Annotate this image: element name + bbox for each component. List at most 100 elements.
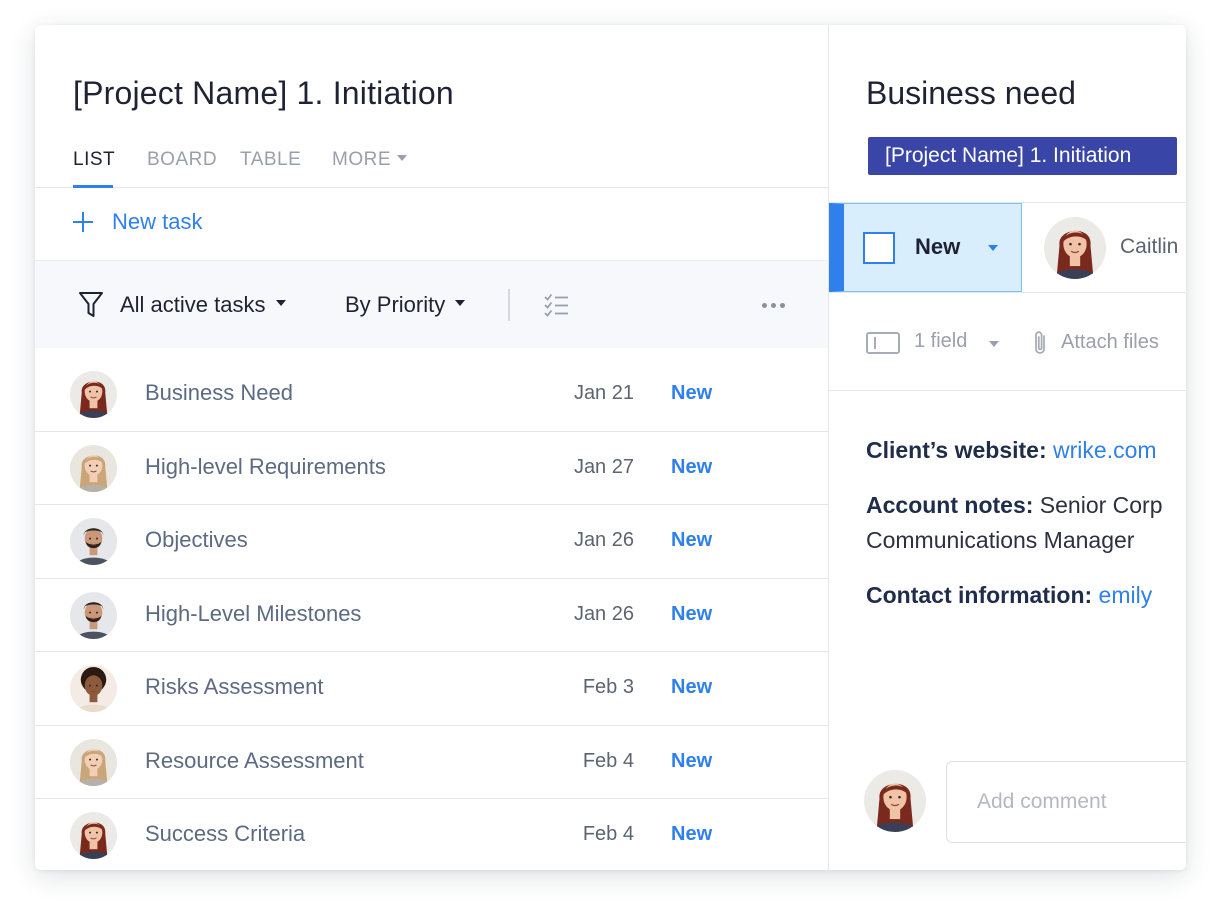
task-status[interactable]: New <box>671 529 712 552</box>
task-date: Feb 4 <box>582 823 634 845</box>
status-dropdown[interactable]: New <box>829 203 1022 292</box>
assignee-avatar <box>70 812 117 859</box>
person-avatar-icon <box>70 518 117 565</box>
chevron-down-icon <box>275 300 286 306</box>
status-bar: New Caitlin <box>829 202 1186 293</box>
sort-label: By Priority <box>345 292 446 317</box>
chevron-down-icon <box>989 341 999 347</box>
app-card: [Project Name] 1. Initiation LIST BOARD … <box>35 25 1186 870</box>
comment-input[interactable] <box>946 761 1186 843</box>
list-toolbar: All active tasks By Priority <box>35 260 828 348</box>
view-tabs: LIST BOARD TABLE MORE <box>35 145 828 188</box>
task-date: Jan 27 <box>573 455 634 478</box>
task-status[interactable]: New <box>671 382 712 405</box>
person-avatar-icon <box>70 444 117 492</box>
task-list-panel: [Project Name] 1. Initiation LIST BOARD … <box>35 25 828 870</box>
project-title: [Project Name] 1. Initiation <box>73 75 454 111</box>
task-date: Feb 4 <box>582 749 634 772</box>
assignee-avatar[interactable] <box>1044 217 1106 279</box>
person-avatar-icon <box>70 812 117 859</box>
new-task-label: New task <box>112 209 203 234</box>
notes-label: Account notes: <box>866 492 1034 518</box>
tab-list[interactable]: LIST <box>73 149 115 171</box>
task-detail-panel: Business need [Project Name] 1. Initiati… <box>828 25 1186 870</box>
complete-checkbox[interactable] <box>863 232 895 264</box>
task-status[interactable]: New <box>671 823 712 846</box>
assignee-avatar <box>70 665 117 712</box>
attach-files-button[interactable]: Attach files <box>1061 331 1159 354</box>
task-name[interactable]: High-Level Milestones <box>145 601 361 627</box>
task-row[interactable]: High-Level Milestones Jan 26 New <box>35 579 828 652</box>
filter-icon <box>79 292 103 317</box>
fields-bar: 1 field Attach files <box>829 293 1186 391</box>
toolbar-divider <box>508 289 510 321</box>
contact-label: Contact information: <box>866 582 1093 608</box>
project-tag[interactable]: [Project Name] 1. Initiation <box>868 137 1177 175</box>
checklist-button[interactable] <box>543 261 571 349</box>
tab-more[interactable]: MORE <box>332 149 407 171</box>
field-icon <box>866 332 900 354</box>
contact-line: Contact information: emily <box>866 578 1186 613</box>
assignee-avatar <box>70 518 117 565</box>
task-row[interactable]: Business Need Jan 21 New <box>35 358 828 432</box>
task-row[interactable]: Objectives Jan 26 New <box>35 505 828 579</box>
notes-line: Account notes: Senior Corp Communications… <box>866 488 1186 558</box>
task-name[interactable]: Risks Assessment <box>145 674 324 700</box>
task-date: Jan 26 <box>573 529 634 551</box>
person-avatar-icon <box>864 770 926 832</box>
assignee-avatar <box>70 371 117 418</box>
status-label: New <box>915 234 961 259</box>
task-status[interactable]: New <box>671 456 712 479</box>
task-list: Business Need Jan 21 New High-level Requ… <box>35 358 828 870</box>
task-row[interactable]: Success Criteria Feb 4 New <box>35 799 828 870</box>
task-description[interactable]: Client’s website: wrike.com Account note… <box>866 433 1186 633</box>
task-status[interactable]: New <box>671 603 712 626</box>
notes-value: Senior Corp <box>1039 492 1163 518</box>
custom-field-dropdown[interactable]: 1 field <box>914 330 967 353</box>
task-row[interactable]: High-level Requirements Jan 27 New <box>35 432 828 505</box>
person-avatar-icon <box>70 371 117 418</box>
task-name[interactable]: Business Need <box>145 380 293 406</box>
task-date: Feb 3 <box>582 676 634 698</box>
website-line: Client’s website: wrike.com <box>866 433 1186 468</box>
task-date: Jan 21 <box>573 382 634 404</box>
task-status[interactable]: New <box>671 750 712 773</box>
task-title[interactable]: Business need <box>866 75 1076 112</box>
person-avatar-icon <box>1044 217 1106 279</box>
task-name[interactable]: Objectives <box>145 527 248 553</box>
task-status[interactable]: New <box>671 676 712 699</box>
filter-label: All active tasks <box>120 292 266 317</box>
task-date: Jan 26 <box>573 602 634 625</box>
assignee-avatar <box>70 738 117 786</box>
chevron-down-icon <box>397 154 407 161</box>
task-row[interactable]: Risks Assessment Feb 3 New <box>35 652 828 726</box>
checklist-icon <box>544 293 568 317</box>
commenter-avatar <box>864 770 926 832</box>
person-avatar-icon <box>70 738 117 786</box>
task-name[interactable]: Success Criteria <box>145 821 305 847</box>
active-tab-indicator <box>73 185 113 188</box>
task-row[interactable]: Resource Assessment Feb 4 New <box>35 726 828 799</box>
website-link[interactable]: wrike.com <box>1053 437 1157 463</box>
task-name[interactable]: High-level Requirements <box>145 454 386 480</box>
tab-table[interactable]: TABLE <box>240 149 301 171</box>
person-avatar-icon <box>70 665 117 712</box>
new-task-button[interactable]: New task <box>73 206 202 238</box>
chevron-down-icon <box>455 300 466 306</box>
chevron-down-icon <box>988 245 998 251</box>
filter-dropdown[interactable]: All active tasks <box>78 261 286 349</box>
website-label: Client’s website: <box>866 437 1047 463</box>
person-avatar-icon <box>70 591 117 639</box>
contact-link[interactable]: emily <box>1099 582 1153 608</box>
notes-value-line2: Communications Manager <box>866 527 1135 553</box>
plus-icon <box>73 212 93 232</box>
assignee-avatar <box>70 591 117 639</box>
assignee-name[interactable]: Caitlin <box>1120 235 1178 259</box>
task-name[interactable]: Resource Assessment <box>145 748 364 774</box>
sort-dropdown[interactable]: By Priority <box>345 261 466 349</box>
tab-more-label: MORE <box>332 149 391 170</box>
paperclip-icon <box>1035 331 1045 354</box>
more-dots-icon[interactable] <box>762 261 785 349</box>
assignee-avatar <box>70 444 117 492</box>
tab-board[interactable]: BOARD <box>147 149 217 171</box>
